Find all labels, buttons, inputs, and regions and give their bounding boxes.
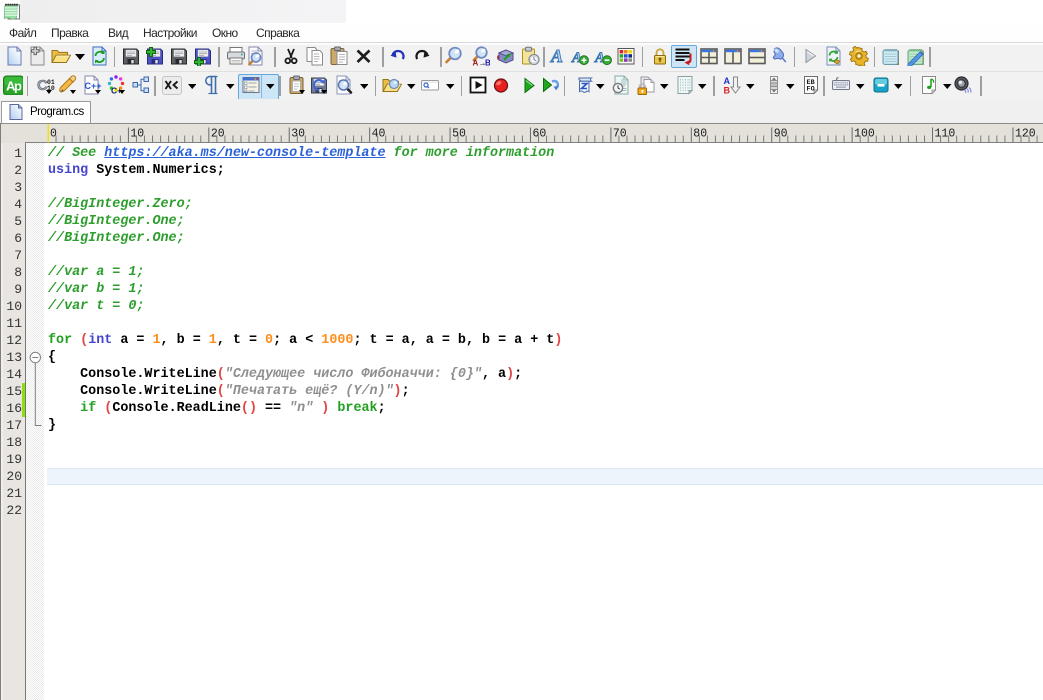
- svg-text:60: 60: [532, 128, 546, 141]
- svg-text:20: 20: [211, 128, 225, 141]
- svg-text:90: 90: [774, 128, 788, 141]
- svg-text:A: A: [550, 46, 563, 66]
- svg-text:70: 70: [613, 128, 627, 141]
- svg-text:50: 50: [452, 128, 466, 141]
- svg-text:120: 120: [1015, 128, 1036, 141]
- svg-text:30: 30: [291, 128, 305, 141]
- svg-text:p: p: [14, 79, 22, 94]
- svg-text:10: 10: [130, 128, 144, 141]
- svg-text:80: 80: [693, 128, 707, 141]
- svg-text:110: 110: [935, 128, 956, 141]
- svg-text:FO: FO: [807, 86, 815, 94]
- svg-text:40: 40: [372, 128, 386, 141]
- svg-text:100: 100: [854, 128, 875, 141]
- svg-text:B: B: [485, 59, 490, 67]
- svg-text:B: B: [724, 86, 731, 96]
- svg-text:A: A: [724, 76, 731, 86]
